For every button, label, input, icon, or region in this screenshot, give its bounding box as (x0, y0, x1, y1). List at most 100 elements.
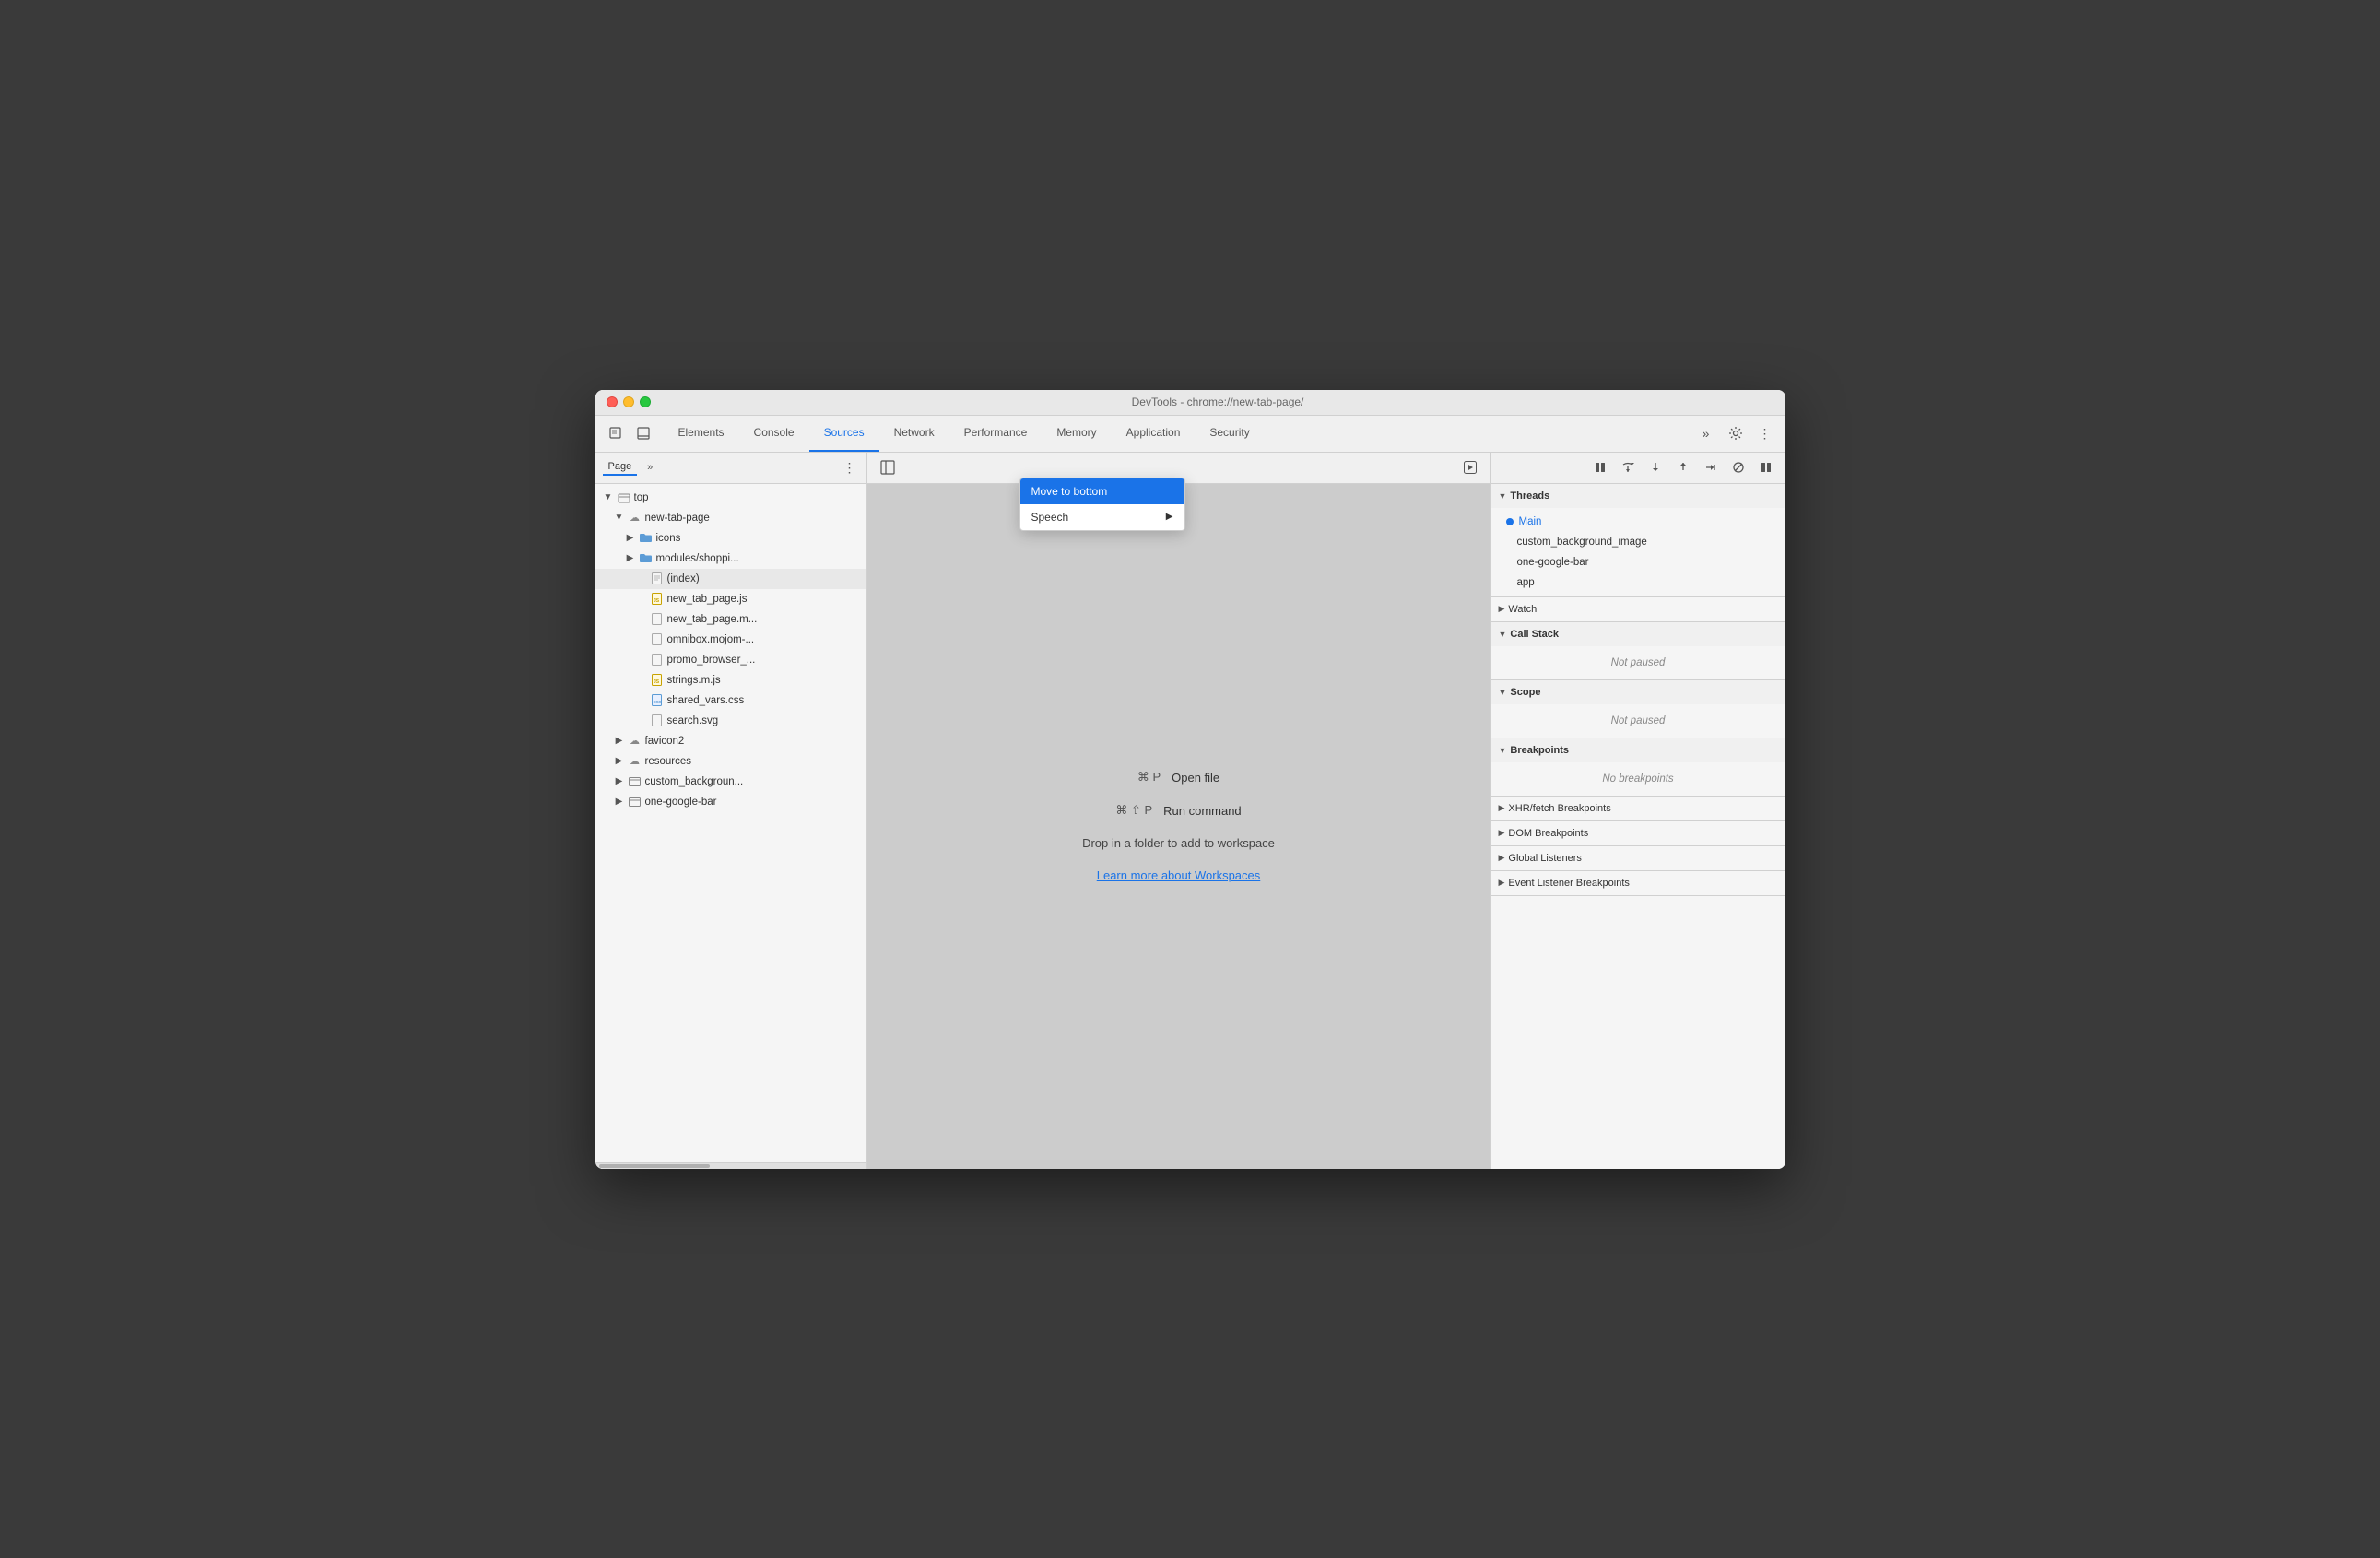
tree-item-search-svg[interactable]: ▶ search.svg (595, 711, 866, 731)
context-menu-move-to-bottom[interactable]: Move to bottom (1020, 478, 1184, 504)
thread-one-google-bar[interactable]: one-google-bar (1491, 552, 1785, 572)
step-over-btn[interactable] (1616, 455, 1640, 479)
tree-item-new-tab-js[interactable]: ▶ JS new_tab_page.js (595, 589, 866, 609)
svg-text:JS: JS (654, 679, 660, 685)
step-into-btn[interactable] (1644, 455, 1667, 479)
more-tabs-button[interactable]: » (1693, 420, 1719, 446)
watch-section-header[interactable]: ▶ Watch (1491, 597, 1785, 621)
tree-item-one-google-bar[interactable]: ▶ one-google-bar (595, 792, 866, 812)
shortcut-open-file: ⌘ P Open file (1137, 770, 1219, 785)
tree-item-top[interactable]: ▼ top (595, 488, 866, 508)
tab-elements[interactable]: Elements (664, 416, 739, 452)
scrollbar-thumb (599, 1164, 710, 1168)
tab-memory[interactable]: Memory (1042, 416, 1111, 452)
watch-section: ▶ Watch (1491, 597, 1785, 622)
xhr-breakpoints-header[interactable]: ▶ XHR/fetch Breakpoints (1491, 797, 1785, 820)
event-listener-breakpoints-header[interactable]: ▶ Event Listener Breakpoints (1491, 871, 1785, 895)
svg-text:JS: JS (654, 598, 660, 604)
pause-resume-btn[interactable] (1588, 455, 1612, 479)
speech-submenu-arrow: ▶ (1166, 512, 1173, 522)
right-panel: ▼ Threads Main custom_background_image o… (1490, 453, 1785, 1169)
tree-item-custom-bg[interactable]: ▶ custom_backgroun... (595, 772, 866, 792)
tab-sources[interactable]: Sources (809, 416, 879, 452)
maximize-button[interactable] (640, 396, 651, 407)
context-menu: Move to bottom Speech ▶ (1019, 478, 1185, 531)
panel-tab-more[interactable]: » (641, 458, 659, 477)
tree-item-index[interactable]: ▶ (index) (595, 569, 866, 589)
tree-item-strings[interactable]: ▶ JS strings.m.js (595, 670, 866, 690)
tab-security[interactable]: Security (1195, 416, 1264, 452)
scope-section: ▼ Scope Not paused (1491, 680, 1785, 738)
panel-menu-btn[interactable]: ⋮ (841, 458, 859, 477)
shortcut-run-command: ⌘ ⇧ P Run command (1115, 803, 1241, 818)
tree-item-promo[interactable]: ▶ promo_browser_... (595, 650, 866, 670)
settings-icon-btn[interactable] (1723, 420, 1749, 446)
event-listener-arrow: ▶ (1499, 878, 1505, 888)
tab-console[interactable]: Console (739, 416, 809, 452)
xhr-arrow: ▶ (1499, 803, 1505, 813)
call-stack-header[interactable]: ▼ Call Stack (1491, 622, 1785, 646)
global-listeners-header[interactable]: ▶ Global Listeners (1491, 846, 1785, 870)
main-toolbar: Elements Console Sources Network Perform… (595, 416, 1785, 453)
page-tab[interactable]: Page (603, 459, 638, 476)
scope-arrow: ▼ (1499, 688, 1507, 697)
context-menu-speech[interactable]: Speech ▶ (1020, 504, 1184, 530)
cursor-icon-btn[interactable] (603, 420, 629, 446)
tree-item-modules[interactable]: ▶ modules/shoppi... (595, 549, 866, 569)
threads-collapse-arrow: ▼ (1499, 491, 1507, 501)
tree-item-favicon2[interactable]: ▶ ☁ favicon2 (595, 731, 866, 751)
minimize-button[interactable] (623, 396, 634, 407)
tab-network[interactable]: Network (879, 416, 949, 452)
tab-application[interactable]: Application (1112, 416, 1196, 452)
tree-item-shared-vars[interactable]: ▶ CSS shared_vars.css (595, 690, 866, 711)
traffic-lights (607, 396, 651, 407)
scope-header[interactable]: ▼ Scope (1491, 680, 1785, 704)
threads-section-header[interactable]: ▼ Threads (1491, 484, 1785, 508)
drawer-icon-btn[interactable] (630, 420, 656, 446)
workspace-drop-text: Drop in a folder to add to workspace (1082, 836, 1275, 850)
step-out-btn[interactable] (1671, 455, 1695, 479)
breakpoints-arrow: ▼ (1499, 746, 1507, 755)
tree-item-new-tab-m[interactable]: ▶ new_tab_page.m... (595, 609, 866, 630)
tab-performance[interactable]: Performance (949, 416, 1043, 452)
file-tree: ▼ top ▼ ☁ new-tab-page (595, 484, 866, 1162)
close-button[interactable] (607, 396, 618, 407)
show-navigator-btn[interactable] (875, 454, 901, 480)
left-panel-header: Page » ⋮ (595, 453, 866, 484)
pause-on-exceptions-btn[interactable] (1754, 455, 1778, 479)
breakpoints-section: ▼ Breakpoints No breakpoints (1491, 738, 1785, 797)
xhr-breakpoints-section: ▶ XHR/fetch Breakpoints (1491, 797, 1785, 821)
global-listeners-arrow: ▶ (1499, 853, 1505, 863)
center-panel: ⌘ P Open file ⌘ ⇧ P Run command Drop in … (867, 453, 1490, 1169)
event-listener-breakpoints-section: ▶ Event Listener Breakpoints (1491, 871, 1785, 896)
deactivate-breakpoints-btn[interactable] (1726, 455, 1750, 479)
thread-active-indicator (1506, 518, 1514, 525)
right-panel-content: ▼ Threads Main custom_background_image o… (1491, 484, 1785, 1169)
global-listeners-section: ▶ Global Listeners (1491, 846, 1785, 871)
main-content: Page » ⋮ ▼ top (595, 453, 1785, 1169)
dom-breakpoints-header[interactable]: ▶ DOM Breakpoints (1491, 821, 1785, 845)
toolbar-right: » ⋮ (1693, 420, 1778, 446)
workspace-learn-more-link[interactable]: Learn more about Workspaces (1097, 868, 1261, 882)
tree-item-icons[interactable]: ▶ icons (595, 528, 866, 549)
thread-app[interactable]: app (1491, 572, 1785, 593)
left-panel-scrollbar[interactable] (595, 1162, 866, 1169)
tree-item-omnibox[interactable]: ▶ omnibox.mojom-... (595, 630, 866, 650)
threads-content: Main custom_background_image one-google-… (1491, 508, 1785, 596)
dom-arrow: ▶ (1499, 828, 1505, 838)
tree-item-new-tab-page[interactable]: ▼ ☁ new-tab-page (595, 508, 866, 528)
step-btn[interactable] (1699, 455, 1723, 479)
play-btn[interactable] (1457, 454, 1483, 480)
tree-item-resources[interactable]: ▶ ☁ resources (595, 751, 866, 772)
thread-main[interactable]: Main (1491, 512, 1785, 532)
breakpoints-header[interactable]: ▼ Breakpoints (1491, 738, 1785, 762)
kebab-menu-button[interactable]: ⋮ (1752, 420, 1778, 446)
svg-text:CSS: CSS (654, 700, 662, 704)
call-stack-content: Not paused (1491, 646, 1785, 679)
call-stack-arrow: ▼ (1499, 630, 1507, 639)
center-content: ⌘ P Open file ⌘ ⇧ P Run command Drop in … (867, 484, 1490, 1169)
debug-toolbar (1491, 453, 1785, 484)
threads-section: ▼ Threads Main custom_background_image o… (1491, 484, 1785, 597)
thread-custom-bg[interactable]: custom_background_image (1491, 532, 1785, 552)
tab-bar: Elements Console Sources Network Perform… (664, 416, 1265, 452)
